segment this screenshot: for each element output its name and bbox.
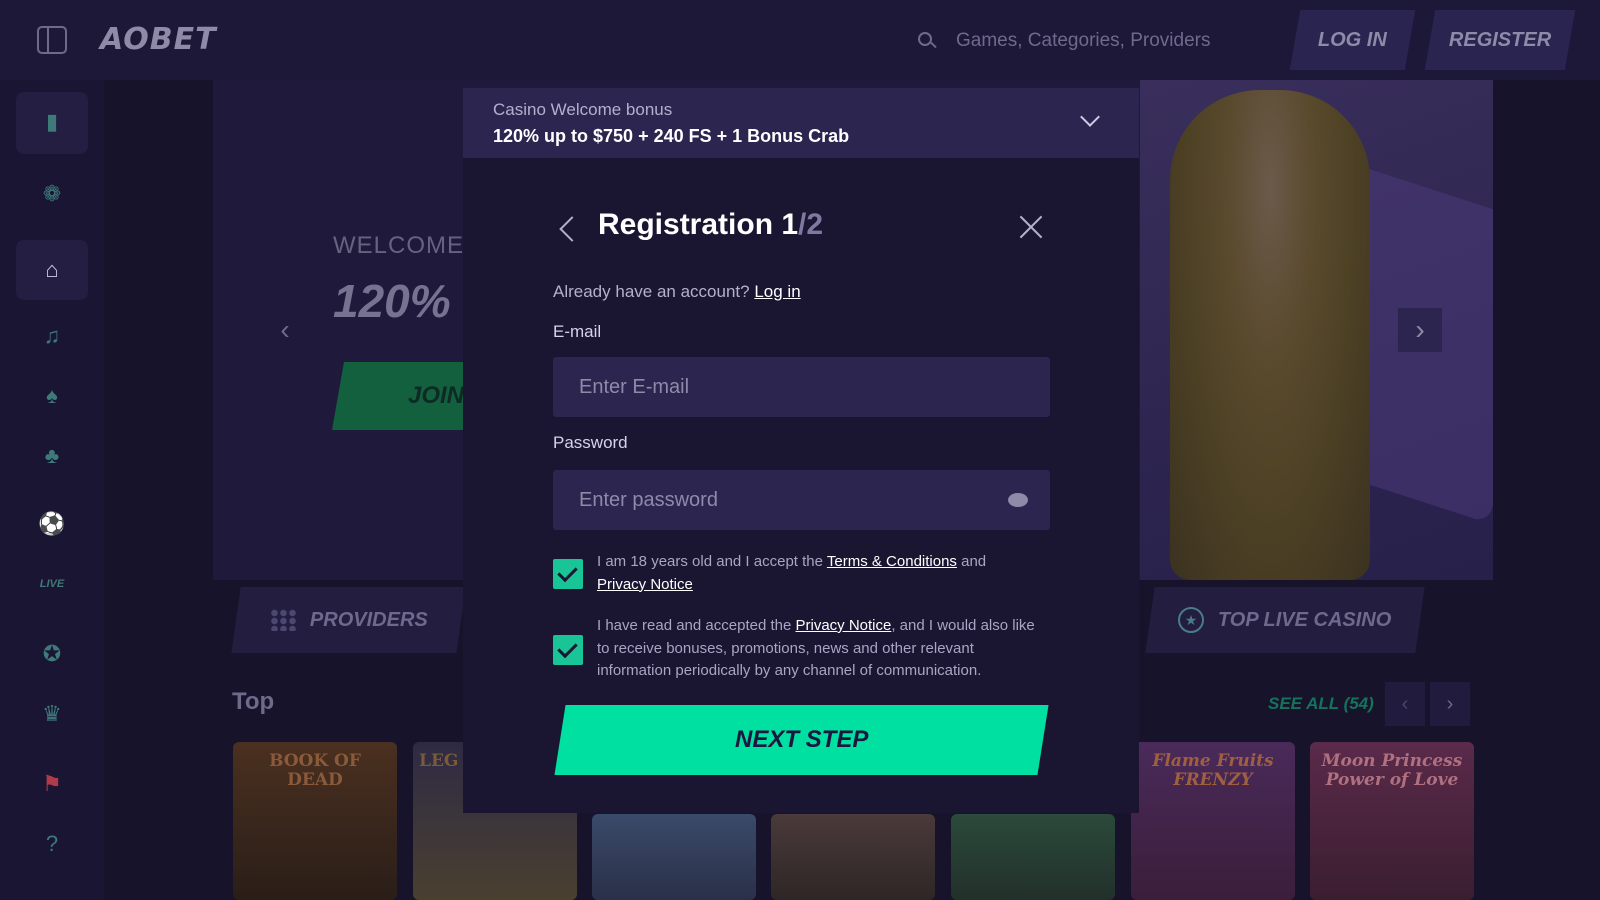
- help-icon[interactable]: ?: [38, 830, 66, 858]
- game-title: Moon Princess Power of Love: [1321, 751, 1463, 790]
- trophy-icon[interactable]: ♛: [38, 700, 66, 728]
- cards-icon[interactable]: ♠: [38, 382, 66, 410]
- slots-icon[interactable]: ♫: [38, 322, 66, 350]
- game-tile[interactable]: [771, 814, 935, 900]
- modal-title-total: /2: [798, 208, 824, 241]
- registration-modal: Casino Welcome bonus 120% up to $750 + 2…: [463, 88, 1139, 813]
- privacy-link[interactable]: Privacy Notice: [597, 576, 693, 593]
- terms-text: I am 18 years old and I accept the Terms…: [597, 551, 1047, 596]
- login-label: LOG IN: [1318, 28, 1387, 51]
- hero-welcome: WELCOME: [333, 232, 465, 259]
- star-icon: ★: [1178, 607, 1205, 633]
- hero-join-button[interactable]: JOIN: [332, 362, 484, 430]
- marketing-privacy-link[interactable]: Privacy Notice: [795, 617, 891, 634]
- password-field[interactable]: [553, 470, 1050, 530]
- game-tile[interactable]: BOOK OF DEAD: [233, 742, 397, 900]
- already-account-text: Already have an account? Log in: [553, 282, 801, 302]
- game-tile[interactable]: Flame Fruits FRENZY: [1131, 742, 1295, 900]
- game-title: Flame Fruits FRENZY: [1152, 751, 1274, 790]
- terms-prefix: I am 18 years old and I accept the: [597, 553, 823, 570]
- promotions-icon[interactable]: ❁: [38, 180, 66, 208]
- game-tile[interactable]: [951, 814, 1115, 900]
- tab-providers[interactable]: PROVIDERS: [231, 587, 466, 653]
- email-label: E-mail: [553, 322, 602, 341]
- register-label: REGISTER: [1448, 28, 1552, 51]
- tab-top-live-casino-label: TOP LIVE CASINO: [1218, 608, 1392, 631]
- hero-next-arrow-icon[interactable]: ›: [1398, 308, 1442, 352]
- login-button[interactable]: LOG IN: [1289, 10, 1416, 70]
- already-account-label: Already have an account?: [553, 282, 750, 301]
- hero-prev-arrow-icon[interactable]: ‹: [263, 308, 307, 352]
- row-next-arrow-icon[interactable]: ›: [1430, 682, 1470, 726]
- tab-providers-label: PROVIDERS: [309, 608, 428, 631]
- game-tile[interactable]: Moon Princess Power of Love: [1310, 742, 1474, 900]
- next-step-label: NEXT STEP: [734, 726, 869, 753]
- modal-title: Registration 1/2: [598, 208, 823, 242]
- hero-model-image: [1170, 90, 1370, 580]
- grid-icon: [269, 609, 296, 631]
- email-field[interactable]: [553, 357, 1050, 417]
- hero-amount: 120%: [333, 275, 451, 327]
- eye-icon[interactable]: [1008, 493, 1028, 507]
- modal-title-step: Registration 1: [598, 208, 799, 241]
- game-title: BOOK OF DEAD: [269, 751, 361, 790]
- terms-checkbox[interactable]: [553, 559, 583, 589]
- marketing-checkbox[interactable]: [553, 635, 583, 665]
- vip-icon[interactable]: ✪: [38, 640, 66, 668]
- site-header: AOBET Games, Categories, Providers LOG I…: [0, 0, 1600, 80]
- canada-flag-icon[interactable]: ⚑: [38, 770, 66, 798]
- site-logo[interactable]: AOBET: [100, 22, 217, 57]
- back-arrow-icon[interactable]: [559, 216, 585, 242]
- login-link[interactable]: Log in: [754, 282, 800, 301]
- home-icon: ⌂: [45, 257, 59, 282]
- bonus-value: 120% up to $750 + 240 FS + 1 Bonus Crab: [493, 126, 850, 146]
- row-prev-arrow-icon[interactable]: ‹: [1385, 682, 1425, 726]
- register-button[interactable]: REGISTER: [1424, 10, 1576, 70]
- hero-join-label: JOIN: [408, 382, 465, 409]
- search-bar[interactable]: Games, Categories, Providers: [910, 18, 1260, 62]
- bonus-label: Casino Welcome bonus: [493, 100, 673, 119]
- marketing-prefix: I have read and accepted the: [597, 617, 792, 634]
- sidebar-toggle-icon[interactable]: [37, 26, 67, 54]
- next-step-button[interactable]: NEXT STEP: [554, 705, 1049, 775]
- promo-drink-icon: ▮: [45, 109, 59, 134]
- sidebar: ▮ ❁ ⌂ ♫ ♠ ♣ ⚽ LIVE ✪ ♛ ⚑ ?: [0, 80, 104, 900]
- clover-icon[interactable]: ♣: [38, 442, 66, 470]
- chevron-down-icon[interactable]: [1080, 107, 1100, 127]
- game-tile[interactable]: [592, 814, 756, 900]
- password-label: Password: [553, 433, 628, 452]
- marketing-text: I have read and accepted the Privacy Not…: [597, 615, 1047, 683]
- live-icon[interactable]: LIVE: [38, 570, 66, 598]
- search-icon: [918, 32, 932, 46]
- bonus-selector[interactable]: Casino Welcome bonus 120% up to $750 + 2…: [463, 88, 1139, 158]
- terms-and: and: [961, 553, 987, 570]
- search-placeholder: Games, Categories, Providers: [956, 30, 1211, 51]
- see-all-link[interactable]: SEE ALL (54): [1268, 694, 1374, 714]
- sports-icon[interactable]: ⚽: [38, 510, 66, 538]
- terms-link[interactable]: Terms & Conditions: [827, 553, 957, 570]
- close-icon[interactable]: [1016, 212, 1046, 242]
- section-title-top: Top: [232, 688, 275, 715]
- tab-top-live-casino[interactable]: ★ TOP LIVE CASINO: [1145, 587, 1425, 653]
